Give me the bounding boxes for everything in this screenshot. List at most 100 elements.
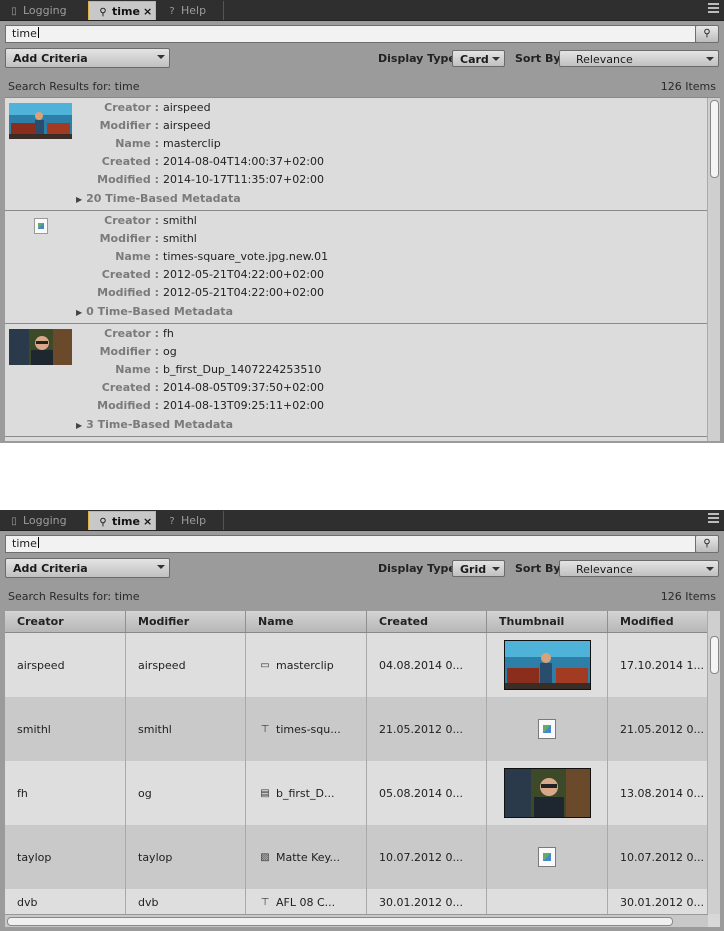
scrollbar-thumb[interactable] [7, 917, 673, 926]
criteria-row: Add Criteria Display Type: Grid Sort By:… [5, 558, 719, 578]
panel-menu-icon[interactable] [708, 3, 719, 15]
column-header-modified[interactable]: Modified [608, 611, 708, 632]
field-created: Created :2014-08-05T09:37:50+02:00 [101, 381, 324, 394]
tab-search-time[interactable]: ⚲ time × [88, 511, 156, 530]
cell-creator: dvb [5, 889, 126, 915]
add-criteria-dropdown[interactable]: Add Criteria [5, 48, 170, 68]
sort-by-select[interactable]: Relevance [559, 50, 719, 67]
search-input[interactable]: time [5, 25, 696, 43]
document-icon: ▯ [11, 6, 17, 17]
search-icon: ⚲ [99, 517, 107, 528]
horizontal-scrollbar[interactable] [5, 914, 708, 927]
results-header: Search Results for: time 126 Items [8, 80, 716, 96]
display-type-label: Display Type: [378, 562, 461, 575]
cell-modifier: smithl [126, 697, 246, 761]
table-row[interactable]: airspeed airspeed ▭ masterclip 04.08.2014… [5, 633, 708, 697]
search-input[interactable]: time [5, 535, 696, 553]
result-card[interactable]: Creator : smithl Modifier : smithl Name :t… [5, 211, 708, 324]
broken-image-icon [538, 719, 556, 739]
sort-by-select[interactable]: Relevance [559, 560, 719, 577]
cell-creator: taylop [5, 825, 126, 889]
cell-created: 10.07.2012 0... [367, 825, 487, 889]
time-based-metadata-toggle[interactable]: ▶ 20 Time-Based Metadata [76, 191, 241, 207]
close-icon[interactable]: × [143, 515, 152, 528]
tab-logging[interactable]: ▯ Logging [0, 511, 86, 530]
cell-creator: airspeed [5, 633, 126, 697]
scrollbar-thumb[interactable] [710, 636, 719, 674]
results-label: Search Results for: time [8, 80, 140, 93]
close-icon[interactable]: × [143, 5, 152, 18]
table-row[interactable]: taylop taylop ▨ Matte Key... 10.07.2012 0… [5, 825, 708, 889]
cell-creator: smithl [5, 697, 126, 761]
cell-created: 30.01.2012 0... [367, 889, 487, 915]
search-row: time ⚲ [5, 25, 719, 43]
help-icon: ? [169, 516, 175, 527]
field-modifier: Modifier : og [99, 345, 177, 358]
vertical-scrollbar[interactable] [707, 98, 720, 441]
time-based-metadata-toggle[interactable]: ▶ 0 Time-Based Metadata [76, 304, 233, 320]
table-row[interactable]: fh og ▤ b_first_D... 05.08.2014 0... 13.0… [5, 761, 708, 825]
field-name: Name : b_first_Dup_1407224253510 [115, 363, 322, 376]
field-modifier: Modifier : airspeed [99, 119, 211, 132]
display-type-select[interactable]: Grid [452, 560, 505, 577]
clip-icon: ▭ [260, 659, 270, 671]
search-panel-card-view: ▯ Logging ⚲ time × ? Help time ⚲ Add Criteri… [0, 0, 724, 443]
field-name: Name : masterclip [115, 137, 221, 150]
column-header-thumbnail[interactable]: Thumbnail [487, 611, 608, 632]
cell-modifier: airspeed [126, 633, 246, 697]
table-row[interactable]: smithl smithl ⊤ times-squ... 21.05.2012 0… [5, 697, 708, 761]
cell-name: ⊤ times-squ... [246, 697, 367, 761]
graphic-icon: ⊤ [260, 723, 270, 735]
display-type-select[interactable]: Card [452, 50, 505, 67]
results-label: Search Results for: time [8, 590, 140, 603]
tab-help[interactable]: ? Help [158, 1, 224, 20]
search-panel-grid-view: ▯ Logging ⚲ time × ? Help time ⚲ Add Criteri… [0, 510, 724, 931]
cell-modifier: dvb [126, 889, 246, 915]
criteria-row: Add Criteria Display Type: Card Sort By:… [5, 48, 719, 68]
help-icon: ? [169, 6, 175, 17]
cell-modified: 30.01.2012 0... [620, 895, 704, 909]
sort-by-label: Sort By: [515, 562, 565, 575]
cell-creator: fh [5, 761, 126, 825]
tab-logging[interactable]: ▯ Logging [0, 1, 86, 20]
table-row[interactable]: dvb dvb ⊤ AFL 08 C... 30.01.2012 0... 30.… [5, 889, 708, 915]
column-header-name[interactable]: Name [246, 611, 367, 632]
cell-modified: 17.10.2014 1... [620, 658, 704, 672]
cell-created: 04.08.2014 0... [367, 633, 487, 697]
search-button[interactable]: ⚲ [695, 535, 719, 553]
cell-name: ▤ b_first_D... [246, 761, 367, 825]
graphic-icon: ⊤ [260, 896, 270, 908]
chevron-down-icon [157, 565, 165, 569]
vertical-scrollbar[interactable] [707, 611, 720, 914]
cell-name: ⊤ AFL 08 C... [246, 889, 367, 915]
field-created: Created :2014-08-04T14:00:37+02:00 [101, 155, 324, 168]
result-card[interactable]: Creator : airspeed Modifier : airspeed Nam… [5, 98, 708, 211]
add-criteria-dropdown[interactable]: Add Criteria [5, 558, 170, 578]
field-creator: Creator : smithl [104, 214, 197, 227]
expand-triangle-icon: ▶ [76, 421, 83, 430]
thumbnail-image [503, 640, 591, 690]
column-header-modifier[interactable]: Modifier [126, 611, 246, 632]
column-header-creator[interactable]: Creator [5, 611, 126, 632]
document-icon: ▯ [11, 516, 17, 527]
card-list[interactable]: Creator : airspeed Modifier : airspeed Nam… [5, 97, 720, 441]
sort-by-label: Sort By: [515, 52, 565, 65]
cell-modified: 21.05.2012 0... [620, 722, 704, 736]
search-icon: ⚲ [703, 28, 711, 39]
display-type-label: Display Type: [378, 52, 461, 65]
cell-modified: 13.08.2014 0... [620, 786, 704, 800]
results-grid[interactable]: Creator Modifier Name Created Thumbnail … [5, 611, 720, 927]
field-creator: Creator : airspeed [104, 101, 211, 114]
search-button[interactable]: ⚲ [695, 25, 719, 43]
tab-search-time[interactable]: ⚲ time × [88, 1, 156, 20]
cell-thumbnail [487, 761, 608, 825]
result-card[interactable]: Creator : fh Modifier : og Name : b_first_D… [5, 324, 708, 437]
chevron-down-icon [706, 57, 714, 61]
column-header-created[interactable]: Created [367, 611, 487, 632]
time-based-metadata-toggle[interactable]: ▶ 3 Time-Based Metadata [76, 417, 233, 433]
tab-help[interactable]: ? Help [158, 511, 224, 530]
panel-menu-icon[interactable] [708, 513, 719, 525]
results-count: 126 Items [660, 590, 716, 603]
scrollbar-thumb[interactable] [710, 100, 719, 178]
search-row: time ⚲ [5, 535, 719, 553]
